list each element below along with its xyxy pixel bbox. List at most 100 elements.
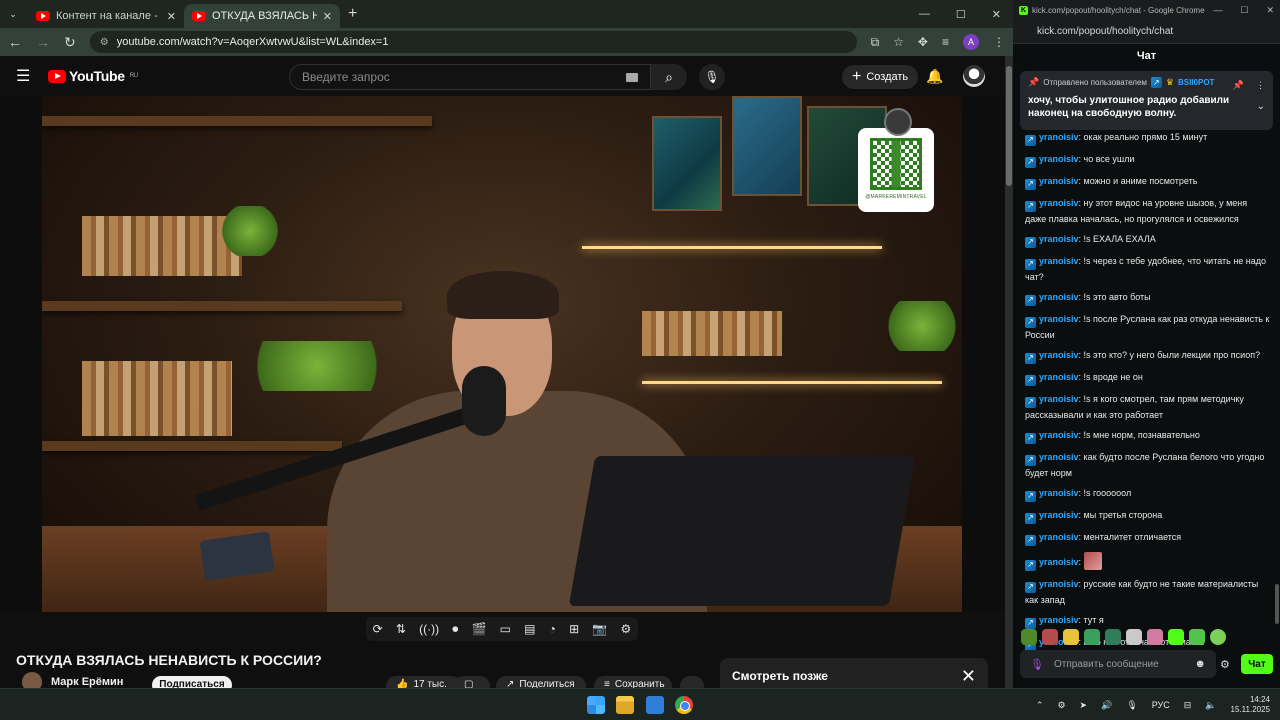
page-scrollbar[interactable]: [1005, 56, 1013, 688]
pinned-user[interactable]: BSII0POT: [1178, 78, 1214, 87]
microphone-icon[interactable]: 🎙: [1030, 658, 1044, 671]
emote-icon[interactable]: [1147, 629, 1163, 645]
emote-icon[interactable]: [1084, 629, 1100, 645]
record-icon[interactable]: ⏺: [452, 622, 458, 637]
profile-avatar-icon[interactable]: A: [963, 34, 979, 50]
emote-icon[interactable]: [1063, 629, 1079, 645]
voice-search-button[interactable]: 🎙: [699, 64, 725, 90]
speaker-icon[interactable]: 🔈: [1205, 700, 1216, 711]
chat-username[interactable]: yranoisiv: [1039, 488, 1079, 498]
youtube-logo[interactable]: YouTube RU: [48, 68, 138, 84]
emote-icon[interactable]: [1168, 629, 1184, 645]
volume-icon[interactable]: 🔊: [1101, 700, 1112, 711]
chat-username[interactable]: yranoisiv: [1039, 510, 1079, 520]
tab-studio[interactable]: Контент на канале - YouTube Studio ✕: [28, 4, 184, 28]
clapper-icon[interactable]: 🎬: [471, 622, 486, 636]
scrollbar-thumb[interactable]: [1275, 584, 1279, 624]
reload-icon[interactable]: ↻: [64, 34, 76, 51]
chat-username[interactable]: yranoisiv: [1039, 292, 1079, 302]
speed-icon[interactable]: ◔: [549, 622, 556, 636]
more-actions-button[interactable]: [680, 676, 704, 688]
tab-video[interactable]: ОТКУДА ВЗЯЛАСЬ НЕНАВИСТЬ К РОССИИ? - You…: [184, 4, 340, 28]
crop-icon[interactable]: ▭: [500, 622, 511, 636]
emote-icon[interactable]: [1042, 629, 1058, 645]
broadcast-icon[interactable]: ((·)): [419, 622, 439, 636]
comment-button[interactable]: ▢: [454, 676, 490, 688]
chat-username[interactable]: yranoisiv: [1039, 532, 1079, 542]
camera-icon[interactable]: 📷: [592, 622, 607, 636]
start-button-icon[interactable]: [587, 696, 605, 714]
loop-icon[interactable]: ⟳: [373, 622, 383, 636]
chat-username[interactable]: yranoisiv: [1039, 372, 1079, 382]
emote-icon[interactable]: [1021, 629, 1037, 645]
emoji-icon[interactable]: ☻: [1194, 658, 1206, 670]
chevron-up-icon[interactable]: ⌃: [1036, 700, 1044, 711]
chat-scrollbar[interactable]: [1274, 44, 1280, 688]
chat-username[interactable]: yranoisiv: [1039, 615, 1079, 625]
steam-icon[interactable]: ⚙: [1057, 700, 1065, 711]
guide-menu-icon[interactable]: ☰: [16, 66, 32, 86]
forward-icon[interactable]: →: [36, 34, 50, 50]
chrome-icon[interactable]: [675, 696, 693, 714]
send-chat-button[interactable]: Чат: [1241, 654, 1273, 674]
channel-name[interactable]: Марк Ерёмин: [51, 676, 123, 688]
close-window-icon[interactable]: ✕: [1266, 5, 1274, 16]
site-info-icon[interactable]: ⚙: [100, 37, 109, 48]
chat-username[interactable]: yranoisiv: [1039, 314, 1079, 324]
subtitles-icon[interactable]: ▤: [524, 622, 535, 636]
close-icon[interactable]: ✕: [961, 666, 976, 687]
watch-later-panel[interactable]: Смотреть позже ✕: [720, 658, 988, 688]
chat-username[interactable]: yranoisiv: [1039, 430, 1079, 440]
search-button[interactable]: ⌕: [651, 64, 687, 90]
notepad-icon[interactable]: [646, 696, 664, 714]
extensions-icon[interactable]: ✥: [918, 35, 928, 49]
scrollbar-thumb[interactable]: [1006, 66, 1012, 186]
chevron-down-icon[interactable]: ⌄: [1257, 101, 1265, 112]
clock[interactable]: 14:24 15.11.2025: [1231, 695, 1270, 715]
maximize-icon[interactable]: ☐: [1240, 5, 1248, 16]
video-player[interactable]: @MARKEREMINTRAVEL: [0, 96, 1005, 612]
emote-icon[interactable]: [1189, 629, 1205, 645]
language-indicator[interactable]: РУС: [1152, 700, 1170, 710]
file-explorer-icon[interactable]: [616, 696, 634, 714]
chat-username[interactable]: yranoisiv: [1039, 452, 1079, 462]
chat-username[interactable]: yranoisiv: [1039, 234, 1079, 244]
chat-username[interactable]: yranoisiv: [1039, 350, 1079, 360]
emote-icon[interactable]: [1105, 629, 1121, 645]
chat-username[interactable]: yranoisiv: [1039, 557, 1079, 567]
reading-list-icon[interactable]: ≡: [942, 35, 949, 49]
more-menu-icon[interactable]: ⋮: [993, 35, 1005, 49]
back-icon[interactable]: ←: [8, 34, 22, 50]
chat-username[interactable]: yranoisiv: [1039, 154, 1079, 164]
chat-settings-icon[interactable]: ⚙: [1220, 658, 1230, 671]
create-button[interactable]: + Создать: [842, 65, 919, 89]
save-button[interactable]: ≡ Сохранить: [594, 676, 672, 688]
channel-avatar[interactable]: [22, 672, 42, 688]
cast-icon[interactable]: ⧉: [871, 35, 880, 50]
qr-card[interactable]: @MARKEREMINTRAVEL: [858, 128, 934, 212]
chat-username[interactable]: yranoisiv: [1039, 132, 1079, 142]
minimize-icon[interactable]: —: [1213, 5, 1222, 16]
account-avatar[interactable]: [963, 65, 985, 87]
network-icon[interactable]: ⊟: [1184, 700, 1192, 711]
more-options-icon[interactable]: ⋮: [1256, 80, 1265, 91]
tab-close-icon[interactable]: ✕: [323, 10, 332, 23]
address-bar[interactable]: ⚙ youtube.com/watch?v=AoqerXwtvwU&list=W…: [89, 31, 857, 53]
microphone-icon[interactable]: 🎙: [1126, 700, 1137, 711]
new-tab-icon[interactable]: +: [348, 5, 357, 23]
share-button[interactable]: ↗ Поделиться: [496, 676, 586, 688]
video-frame[interactable]: [42, 96, 962, 612]
minimize-icon[interactable]: —: [919, 8, 930, 21]
notifications-bell-icon[interactable]: 🔔: [926, 68, 943, 85]
close-window-icon[interactable]: ✕: [992, 8, 1001, 21]
chat-username[interactable]: yranoisiv: [1039, 176, 1079, 186]
chat-username[interactable]: yranoisiv: [1039, 198, 1079, 208]
chat-username[interactable]: yranoisiv: [1039, 256, 1079, 266]
gear-icon[interactable]: ⚙: [621, 622, 632, 636]
like-button[interactable]: 👍 17 тыс.: [386, 676, 462, 688]
add-icon[interactable]: ⊞: [569, 622, 579, 636]
search-input[interactable]: Введите запрос: [289, 64, 651, 90]
chat-username[interactable]: yranoisiv: [1039, 579, 1079, 589]
sort-icon[interactable]: ⇅: [396, 622, 406, 636]
keyboard-icon[interactable]: [626, 73, 638, 82]
